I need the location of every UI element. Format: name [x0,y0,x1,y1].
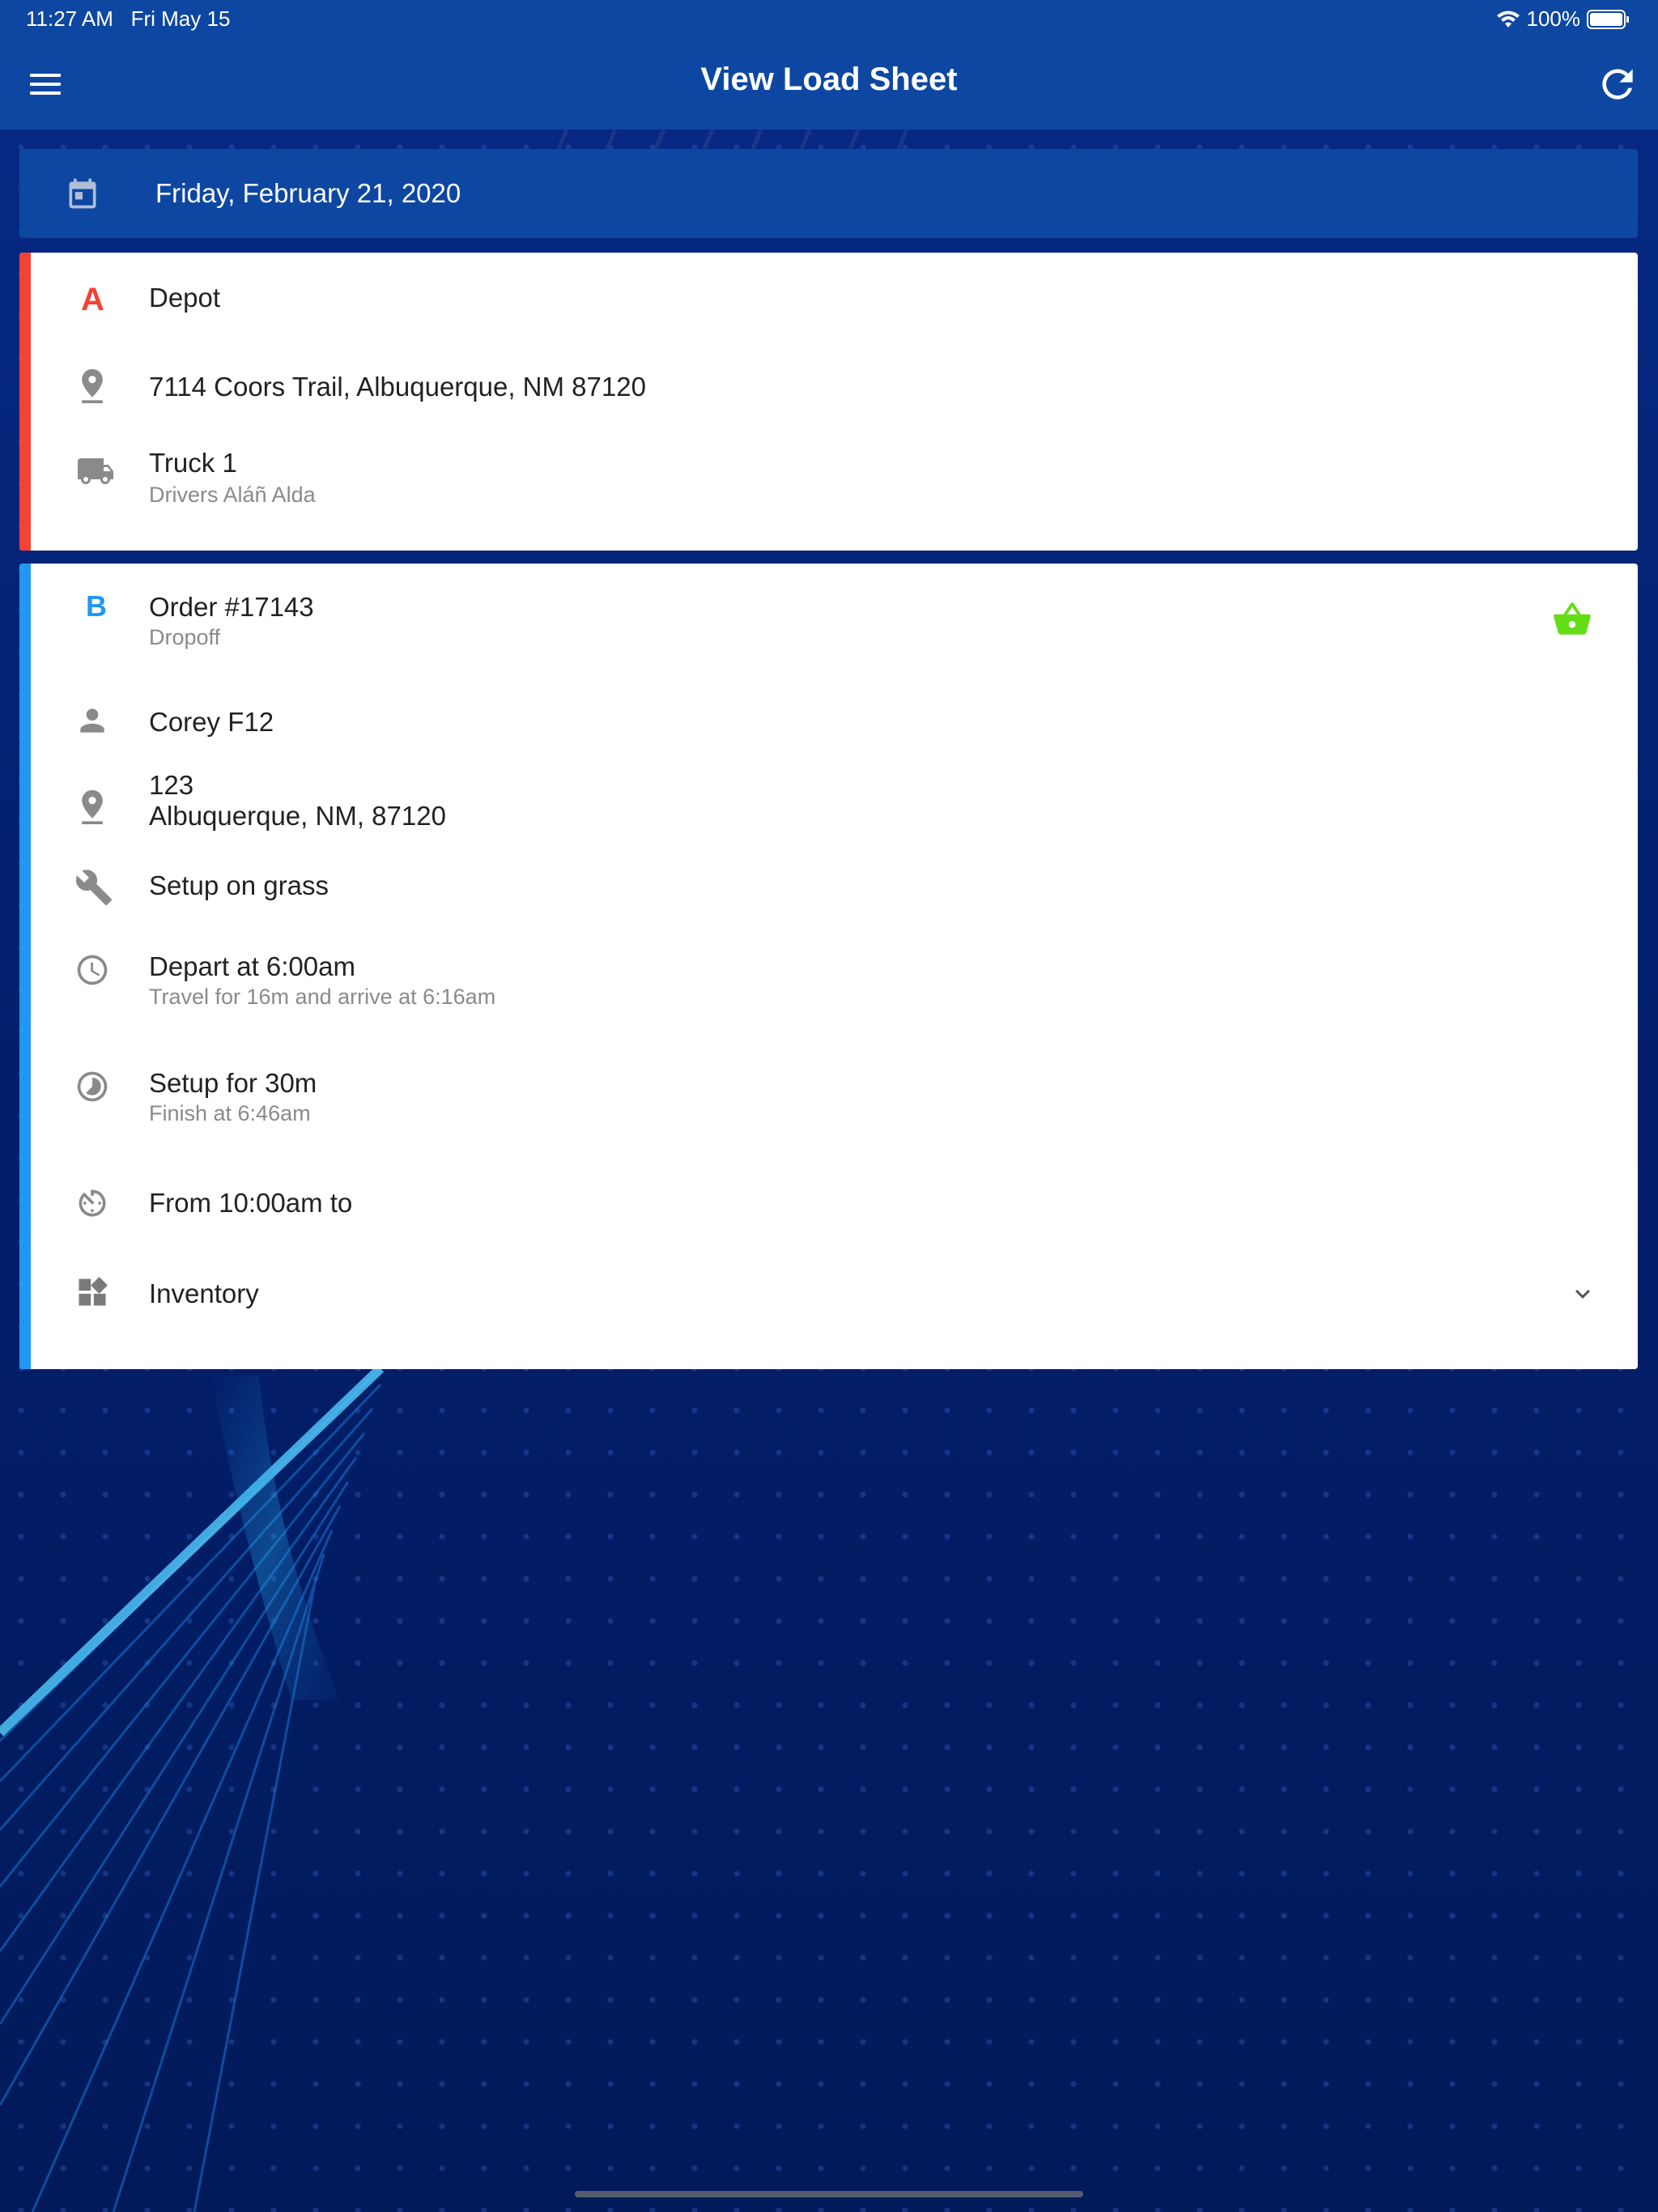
address-line-2: Albuquerque, NM, 87120 [149,801,446,831]
setup-note: Setup on grass [149,870,329,900]
status-time-date: 11:27 AM Fri May 15 [26,6,230,32]
setup-finish: Finish at 6:46am [149,1101,311,1125]
page-title: View Load Sheet [700,62,958,97]
wrench-icon [74,868,113,911]
order-header-row: B Order #17143 Dropoff [19,564,1638,678]
address-line-1: 123 [149,770,194,800]
setup-note-row: Setup on grass [19,850,1638,923]
depart-row: Depart at 6:00am Travel for 16m and arri… [19,923,1638,1040]
truck-row: Truck 1 Drivers Aláñ Alda [19,431,1638,551]
home-indicator [575,2191,1083,2197]
selected-date: Friday, February 21, 2020 [155,178,461,208]
status-date: Fri May 15 [130,6,231,31]
time-window-row: From 10:00am to [19,1156,1638,1250]
location-pin-icon [74,366,110,409]
setup-duration-row: Setup for 30m Finish at 6:46am [19,1040,1638,1156]
order-type: Dropoff [149,625,221,649]
timer-icon [74,1185,110,1225]
refresh-icon[interactable] [1595,62,1640,107]
depot-name: Depot [149,283,221,313]
app-header: 11:27 AM Fri May 15 100% View Load Sheet [0,0,1658,130]
wifi-icon [1496,11,1520,28]
person-icon [74,703,110,742]
status-time: 11:27 AM [26,6,113,31]
depot-address: 7114 Coors Trail, Albuquerque, NM 87120 [149,372,646,402]
depot-address-row: 7114 Coors Trail, Albuquerque, NM 87120 [19,342,1638,431]
calendar-icon [65,176,100,215]
battery-icon [1587,9,1629,29]
depot-name-row: A Depot [19,253,1638,342]
stop-marker-a-icon: A [81,282,104,317]
battery-percent: 100% [1526,6,1581,31]
truck-drivers: Drivers Aláñ Alda [149,483,316,507]
timelapse-icon [74,1069,110,1108]
date-selector[interactable]: Friday, February 21, 2020 [19,149,1638,238]
inventory-label: Inventory [149,1278,259,1308]
customer-row: Corey F12 [19,678,1638,763]
basket-icon[interactable] [1552,601,1592,642]
order-number: Order #17143 [149,592,314,622]
order-card[interactable]: B Order #17143 Dropoff Corey F12 123 Alb… [19,564,1638,1369]
setup-duration: Setup for 30m [149,1068,317,1098]
customer-name: Corey F12 [149,707,274,737]
truck-name: Truck 1 [149,448,237,478]
time-window: From 10:00am to [149,1188,353,1218]
chevron-down-icon[interactable] [1568,1279,1597,1312]
depart-time: Depart at 6:00am [149,951,355,981]
depot-card[interactable]: A Depot 7114 Coors Trail, Albuquerque, N… [19,253,1638,551]
stop-marker-b-icon: B [86,589,107,623]
clock-icon [74,952,110,992]
order-address-row: 123 Albuquerque, NM, 87120 [19,763,1638,850]
status-indicators: 100% [1496,6,1631,32]
widgets-icon [74,1274,110,1314]
truck-icon [76,455,115,491]
inventory-row[interactable]: Inventory [19,1250,1638,1369]
location-pin-icon [74,787,110,830]
travel-info: Travel for 16m and arrive at 6:16am [149,985,496,1009]
